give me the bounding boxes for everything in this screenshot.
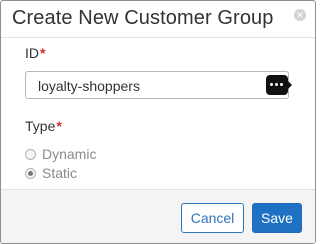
- type-option-static[interactable]: Static: [25, 165, 77, 181]
- static-label: Static: [42, 165, 78, 181]
- id-label: ID*: [25, 45, 45, 61]
- type-label-text: Type: [25, 118, 56, 134]
- id-required-mark: *: [40, 45, 46, 61]
- dynamic-radio[interactable]: [25, 148, 36, 160]
- static-radio[interactable]: [25, 167, 36, 179]
- type-required-mark: *: [56, 118, 62, 134]
- password-manager-key-icon[interactable]: [266, 75, 292, 95]
- type-label: Type*: [25, 118, 62, 134]
- id-label-text: ID: [25, 45, 39, 61]
- create-customer-group-dialog: Create New Customer Group ✕ ID* loyalty-…: [0, 0, 316, 244]
- dialog-footer: Cancel Save: [1, 189, 315, 243]
- id-field[interactable]: loyalty-shoppers: [25, 71, 292, 99]
- id-field-value: loyalty-shoppers: [38, 78, 140, 94]
- dialog-title: Create New Customer Group: [12, 7, 274, 29]
- type-option-dynamic[interactable]: Dynamic: [25, 146, 96, 162]
- close-icon[interactable]: ✕: [294, 9, 306, 21]
- dialog-header: Create New Customer Group ✕: [1, 1, 315, 38]
- dynamic-label: Dynamic: [42, 146, 97, 162]
- cancel-button[interactable]: Cancel: [181, 203, 244, 233]
- save-button[interactable]: Save: [252, 203, 302, 233]
